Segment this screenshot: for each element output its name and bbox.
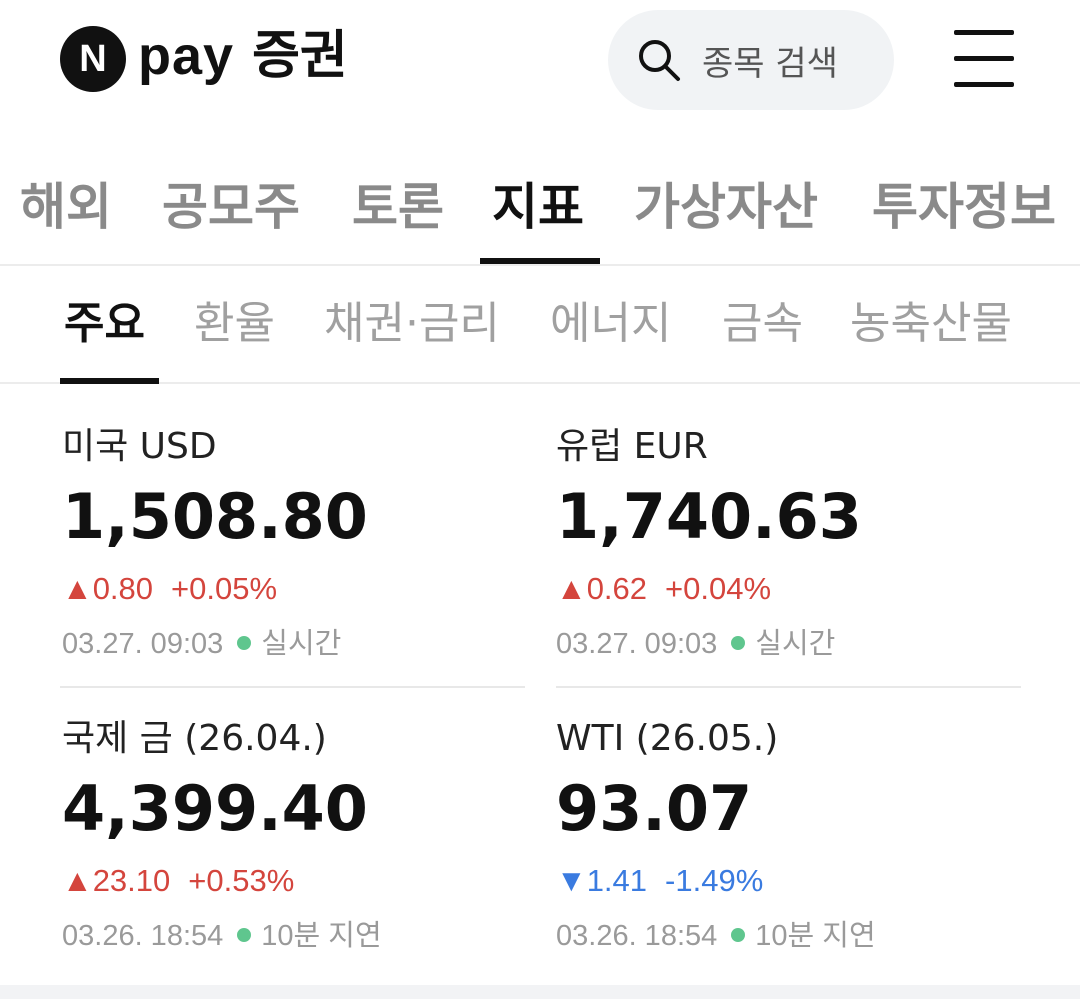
logo-pay-text: pay (138, 26, 235, 86)
subtab-major[interactable]: 주요 (64, 294, 145, 354)
up-arrow-icon: ▲ (62, 571, 93, 606)
indicator-card-gold[interactable]: 국제 금 (26.04.) 4,399.40 ▲23.10 +0.53% 03.2… (62, 716, 527, 956)
sub-tabs: 주요 환율 채권·금리 에너지 금속 농축산물 (0, 282, 1080, 384)
indicator-value: 93.07 (556, 772, 753, 845)
status-text: 10분 지연 (261, 920, 382, 952)
status-dot-icon (731, 636, 746, 651)
status-text: 실시간 (755, 628, 836, 660)
indicator-name: 유럽 EUR (556, 426, 708, 467)
status-text: 실시간 (261, 628, 342, 660)
update-time: 03.27. 09:03 (62, 628, 224, 660)
status-dot-icon (237, 636, 252, 651)
indicator-value: 1,740.63 (556, 480, 862, 553)
subtab-exchange-rate[interactable]: 환율 (194, 294, 275, 354)
up-arrow-icon: ▲ (556, 571, 587, 606)
app-header: N pay 증권 종목 검색 (0, 0, 1080, 125)
tab-discussion[interactable]: 토론 (352, 172, 444, 242)
tab-overseas[interactable]: 해외 (20, 172, 112, 242)
bottom-separator (0, 985, 1080, 999)
status-text: 10분 지연 (755, 920, 876, 952)
npay-securities-logo[interactable]: N pay 증권 (60, 26, 348, 92)
indicator-change: ▲0.62 +0.04% (556, 568, 1021, 610)
change-amount: 23.10 (92, 863, 171, 898)
indicator-change: ▲0.80 +0.05% (62, 568, 527, 610)
update-time: 03.26. 18:54 (62, 920, 224, 952)
card-divider (60, 686, 525, 688)
tab-crypto[interactable]: 가상자산 (634, 172, 818, 242)
indicator-meta: 03.26. 18:54 10분 지연 (62, 916, 527, 956)
hamburger-menu-icon[interactable] (954, 30, 1014, 88)
status-dot-icon (237, 928, 252, 943)
tab-indicators[interactable]: 지표 (492, 172, 584, 242)
indicator-meta: 03.27. 09:03 실시간 (62, 624, 527, 664)
tab-ipo[interactable]: 공모주 (162, 172, 300, 242)
indicator-value: 1,508.80 (62, 480, 368, 553)
change-amount: 0.80 (92, 571, 154, 606)
change-percent: +0.04% (665, 571, 772, 606)
subtab-metals[interactable]: 금속 (722, 294, 803, 354)
indicator-card-usd[interactable]: 미국 USD 1,508.80 ▲0.80 +0.05% 03.27. 09:03… (62, 424, 527, 664)
change-percent: +0.05% (171, 571, 278, 606)
change-amount: 1.41 (586, 863, 648, 898)
logo-securities-text: 증권 (252, 26, 348, 86)
update-time: 03.27. 09:03 (556, 628, 718, 660)
subtab-agriculture[interactable]: 농축산물 (850, 294, 1012, 354)
main-tabs: 해외 공모주 토론 지표 가상자산 투자정보 (0, 160, 1080, 266)
change-amount: 0.62 (586, 571, 648, 606)
update-time: 03.26. 18:54 (556, 920, 718, 952)
change-percent: +0.53% (188, 863, 295, 898)
indicator-change: ▼1.41 -1.49% (556, 860, 1021, 902)
subtab-energy[interactable]: 에너지 (550, 294, 671, 354)
tab-investment-info[interactable]: 투자정보 (872, 172, 1056, 242)
status-dot-icon (731, 928, 746, 943)
search-placeholder: 종목 검색 (702, 43, 838, 84)
indicator-name: WTI (26.05.) (556, 718, 779, 759)
indicator-meta: 03.27. 09:03 실시간 (556, 624, 1021, 664)
indicator-card-wti[interactable]: WTI (26.05.) 93.07 ▼1.41 -1.49% 03.26. 18… (556, 716, 1021, 956)
up-arrow-icon: ▲ (62, 863, 93, 898)
indicator-value: 4,399.40 (62, 772, 368, 845)
change-percent: -1.49% (665, 863, 764, 898)
n-logo-icon: N (60, 26, 126, 92)
indicator-name: 국제 금 (26.04.) (62, 718, 327, 759)
active-subtab-indicator (60, 378, 159, 384)
search-icon (639, 40, 680, 81)
indicator-card-eur[interactable]: 유럽 EUR 1,740.63 ▲0.62 +0.04% 03.27. 09:03… (556, 424, 1021, 664)
indicator-meta: 03.26. 18:54 10분 지연 (556, 916, 1021, 956)
subtab-bonds-rates[interactable]: 채권·금리 (324, 294, 500, 354)
stock-search-button[interactable]: 종목 검색 (608, 10, 894, 110)
active-tab-indicator (480, 258, 600, 264)
indicator-change: ▲23.10 +0.53% (62, 860, 527, 902)
down-arrow-icon: ▼ (556, 863, 587, 898)
card-divider (556, 686, 1021, 688)
indicator-name: 미국 USD (62, 426, 217, 467)
